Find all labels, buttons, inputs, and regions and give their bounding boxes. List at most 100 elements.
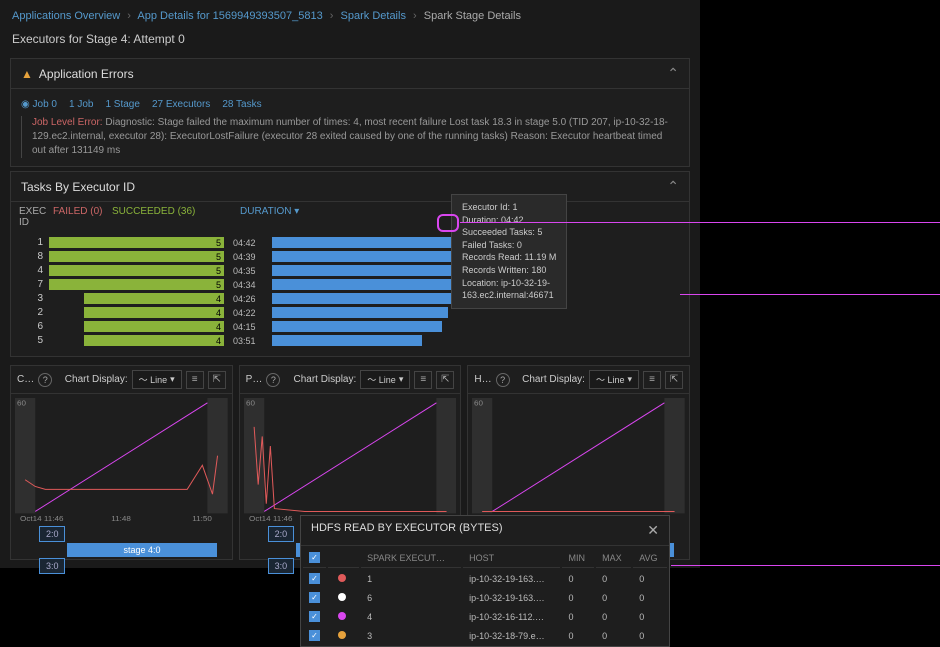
duration-bar xyxy=(272,293,452,304)
duration-bar xyxy=(272,307,448,318)
stage-count[interactable]: 1 Stage xyxy=(105,99,139,110)
stage-button[interactable]: stage 4:0 xyxy=(67,543,217,557)
list-icon[interactable]: ≡ xyxy=(414,371,432,389)
cell-avg: 0 xyxy=(633,608,667,625)
popup-col-header[interactable]: AVG xyxy=(633,548,667,568)
popup-col-header[interactable]: SPARK EXECUT… xyxy=(361,548,461,568)
col-succeeded[interactable]: SUCCEEDED (36) xyxy=(112,206,232,228)
chart-display-select[interactable]: 〜 Line ▾ xyxy=(132,370,182,389)
chevron-right-icon: › xyxy=(330,10,334,22)
succeeded-bar: 4 xyxy=(84,293,224,304)
stage-badge[interactable]: 3:0 xyxy=(39,558,65,574)
popup-col-header[interactable]: HOST xyxy=(463,548,560,568)
cell-avg: 0 xyxy=(633,627,667,644)
cell-host: ip-10-32-18-79.e… xyxy=(463,627,560,644)
duration-bar xyxy=(272,321,442,332)
chart-display-label: Chart Display: xyxy=(522,374,585,385)
col-exec-id[interactable]: EXEC ID xyxy=(19,206,49,228)
task-row[interactable]: 1 5 04:42 xyxy=(11,236,689,249)
task-row[interactable]: 2 4 04:22 xyxy=(11,306,689,319)
task-count[interactable]: 28 Tasks xyxy=(222,99,261,110)
breadcrumb-link[interactable]: Applications Overview xyxy=(12,10,120,22)
popup-title: HDFS READ BY EXECUTOR (BYTES) xyxy=(311,522,503,539)
svg-text:11:50: 11:50 xyxy=(192,514,212,523)
chart-display-select[interactable]: 〜 Line ▾ xyxy=(589,370,639,389)
stage-badge[interactable]: 2:0 xyxy=(268,526,294,542)
executor-count[interactable]: 27 Executors xyxy=(152,99,210,110)
breadcrumb-link[interactable]: App Details for 1569949393507_5813 xyxy=(137,10,322,22)
task-row[interactable]: 5 4 03:51 xyxy=(11,334,689,347)
tasks-panel-title: Tasks By Executor ID xyxy=(21,180,135,194)
series-color-dot xyxy=(338,593,346,601)
task-row[interactable]: 6 4 04:15 xyxy=(11,320,689,333)
succeeded-bar: 4 xyxy=(84,307,224,318)
popup-col-header[interactable] xyxy=(328,548,359,568)
exec-id-cell: 1 xyxy=(19,237,49,248)
help-icon[interactable]: ? xyxy=(496,373,510,387)
row-checkbox[interactable]: ✓ xyxy=(309,592,320,603)
callout-line xyxy=(680,294,940,295)
duration-label: 04:26 xyxy=(233,294,256,304)
cell-max: 0 xyxy=(596,589,631,606)
task-row[interactable]: 3 4 04:26 xyxy=(11,292,689,305)
chevron-down-icon: ▾ xyxy=(627,374,632,385)
exec-id-cell: 2 xyxy=(19,307,49,318)
series-color-dot xyxy=(338,574,346,582)
export-icon[interactable]: ⇱ xyxy=(665,371,683,389)
cell-host: ip-10-32-19-163.… xyxy=(463,589,560,606)
duration-label: 04:15 xyxy=(233,322,256,332)
row-checkbox[interactable]: ✓ xyxy=(309,630,320,641)
exec-id-cell: 7 xyxy=(19,279,49,290)
list-icon[interactable]: ≡ xyxy=(186,371,204,389)
exec-id-cell: 6 xyxy=(19,321,49,332)
popup-row[interactable]: ✓ 6 ip-10-32-19-163.… 0 0 0 xyxy=(303,589,667,606)
cell-host: ip-10-32-16-112.… xyxy=(463,608,560,625)
svg-text:60: 60 xyxy=(246,399,256,408)
task-row[interactable]: 8 5 04:39 xyxy=(11,250,689,263)
duration-label: 03:51 xyxy=(233,336,256,346)
tasks-panel-header[interactable]: Tasks By Executor ID ⌃ xyxy=(11,172,689,202)
help-icon[interactable]: ? xyxy=(266,373,280,387)
breadcrumb-current: Spark Stage Details xyxy=(424,10,521,22)
col-duration[interactable]: DURATION ▾ xyxy=(240,206,299,228)
application-errors-title: Application Errors xyxy=(39,67,134,81)
app-root: Applications Overview › App Details for … xyxy=(0,0,700,568)
popup-col-header[interactable]: MIN xyxy=(562,548,594,568)
application-errors-header[interactable]: ▲Application Errors ⌃ xyxy=(11,59,689,89)
job-bullet[interactable]: ◉ Job 0 xyxy=(21,99,57,110)
cell-min: 0 xyxy=(562,589,594,606)
duration-bar xyxy=(272,237,467,248)
chart-display-select[interactable]: 〜 Line ▾ xyxy=(360,370,410,389)
chart-short-title: C… xyxy=(17,374,34,385)
cell-max: 0 xyxy=(596,570,631,587)
stage-badge[interactable]: 3:0 xyxy=(268,558,294,574)
chevron-up-icon: ⌃ xyxy=(667,65,679,82)
cell-executor: 6 xyxy=(361,589,461,606)
col-failed[interactable]: FAILED (0) xyxy=(53,206,108,228)
error-message: Job Level Error: Diagnostic: Stage faile… xyxy=(21,116,679,158)
help-icon[interactable]: ? xyxy=(38,373,52,387)
popup-col-header[interactable]: MAX xyxy=(596,548,631,568)
popup-row[interactable]: ✓ 1 ip-10-32-19-163.… 0 0 0 xyxy=(303,570,667,587)
duration-label: 04:34 xyxy=(233,280,256,290)
stage-badge[interactable]: 2:0 xyxy=(39,526,65,542)
checkbox-all[interactable]: ✓ xyxy=(309,552,320,563)
popup-row[interactable]: ✓ 4 ip-10-32-16-112.… 0 0 0 xyxy=(303,608,667,625)
error-label: Job Level Error: xyxy=(32,117,103,128)
export-icon[interactable]: ⇱ xyxy=(208,371,226,389)
task-row[interactable]: 4 5 04:35 xyxy=(11,264,689,277)
popup-row[interactable]: ✓ 3 ip-10-32-18-79.e… 0 0 0 xyxy=(303,627,667,644)
duration-bar xyxy=(272,279,459,290)
export-icon[interactable]: ⇱ xyxy=(436,371,454,389)
callout-line xyxy=(671,565,940,566)
close-icon[interactable]: ✕ xyxy=(647,522,659,539)
chart-display-label: Chart Display: xyxy=(293,374,356,385)
list-icon[interactable]: ≡ xyxy=(643,371,661,389)
job-count[interactable]: 1 Job xyxy=(69,99,93,110)
callout-line xyxy=(460,222,940,223)
succeeded-bar: 5 xyxy=(49,251,224,262)
task-row[interactable]: 7 5 04:34 xyxy=(11,278,689,291)
exec-id-cell: 4 xyxy=(19,265,49,276)
row-checkbox[interactable]: ✓ xyxy=(309,573,320,584)
breadcrumb-link[interactable]: Spark Details xyxy=(341,10,406,22)
